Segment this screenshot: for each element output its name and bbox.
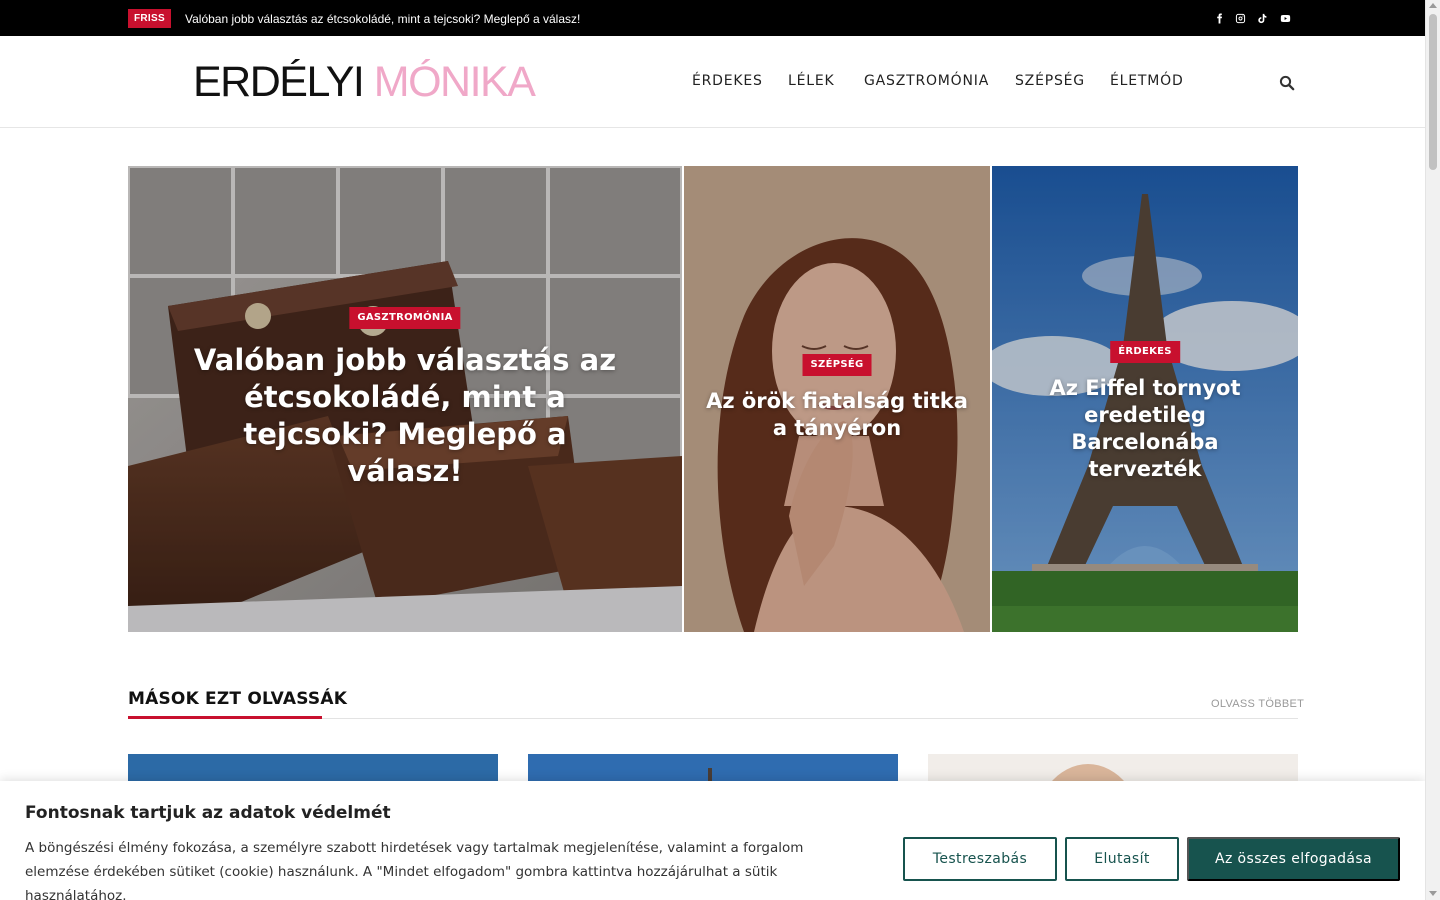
tiktok-icon[interactable] <box>1254 10 1270 26</box>
article-title[interactable]: Az Eiffel tornyot eredetileg Barcelonába… <box>992 375 1298 483</box>
nav-item-erdekes[interactable]: ÉRDEKES <box>692 72 763 90</box>
customize-button[interactable]: Testreszabás <box>903 837 1057 881</box>
top-bar: FRISS Valóban jobb választás az étcsokol… <box>0 0 1425 36</box>
facebook-icon[interactable] <box>1211 10 1227 26</box>
hero-article-chocolate[interactable]: GASZTROMÓNIA Valóban jobb választás az é… <box>128 166 682 632</box>
article-title[interactable]: Valóban jobb választás az étcsokoládé, m… <box>128 342 682 490</box>
category-badge[interactable]: SZÉPSÉG <box>802 354 872 376</box>
fresh-badge: FRISS <box>128 9 171 28</box>
accept-all-button[interactable]: Az összes elfogadása <box>1187 837 1400 881</box>
ticker-link[interactable]: Valóban jobb választás az étcsokoládé, m… <box>185 11 580 27</box>
cookie-title: Fontosnak tartjuk az adatok védelmét <box>25 803 391 823</box>
site-header: ERDÉLYI MÓNIKA ÉRDEKES LÉLEK GASZTROMÓNI… <box>0 36 1425 128</box>
section-accent-line <box>128 716 322 719</box>
scroll-down-arrow-icon[interactable] <box>1429 891 1437 896</box>
nav-item-szepseg[interactable]: SZÉPSÉG <box>1015 72 1085 90</box>
nav-item-eletmod[interactable]: ÉLETMÓD <box>1110 72 1184 90</box>
nav-item-lelek[interactable]: LÉLEK <box>788 72 834 90</box>
site-logo[interactable]: ERDÉLYI MÓNIKA <box>193 58 536 106</box>
cookie-consent-banner: Fontosnak tartjuk az adatok védelmét A b… <box>0 781 1425 900</box>
search-icon[interactable] <box>1279 75 1295 91</box>
hero-article-eiffel[interactable]: ÉRDEKES Az Eiffel tornyot eredetileg Bar… <box>992 166 1298 632</box>
logo-text-first: ERDÉLYI <box>193 58 365 106</box>
category-badge[interactable]: GASZTROMÓNIA <box>349 307 461 329</box>
cookie-description: A böngészési élmény fokozása, a személyr… <box>25 840 804 900</box>
youtube-icon[interactable] <box>1277 10 1293 26</box>
instagram-icon[interactable] <box>1232 10 1248 26</box>
scrollbar-thumb[interactable] <box>1429 14 1437 170</box>
scroll-up-arrow-icon[interactable] <box>1429 3 1437 8</box>
hero-article-beauty[interactable]: SZÉPSÉG Az örök fiatalság titka a tányér… <box>684 166 990 632</box>
read-more-link[interactable]: OLVASS TÖBBET <box>1211 697 1304 711</box>
article-title[interactable]: Az örök fiatalság titka a tányéron <box>684 388 990 442</box>
category-badge[interactable]: ÉRDEKES <box>1110 341 1180 363</box>
page-scrollbar[interactable] <box>1425 0 1440 900</box>
section-title: MÁSOK EZT OLVASSÁK <box>128 689 348 709</box>
logo-text-second: MÓNIKA <box>373 58 536 106</box>
reject-button[interactable]: Elutasít <box>1065 837 1179 881</box>
nav-item-gasztronomia[interactable]: GASZTROMÓNIA <box>864 72 989 90</box>
